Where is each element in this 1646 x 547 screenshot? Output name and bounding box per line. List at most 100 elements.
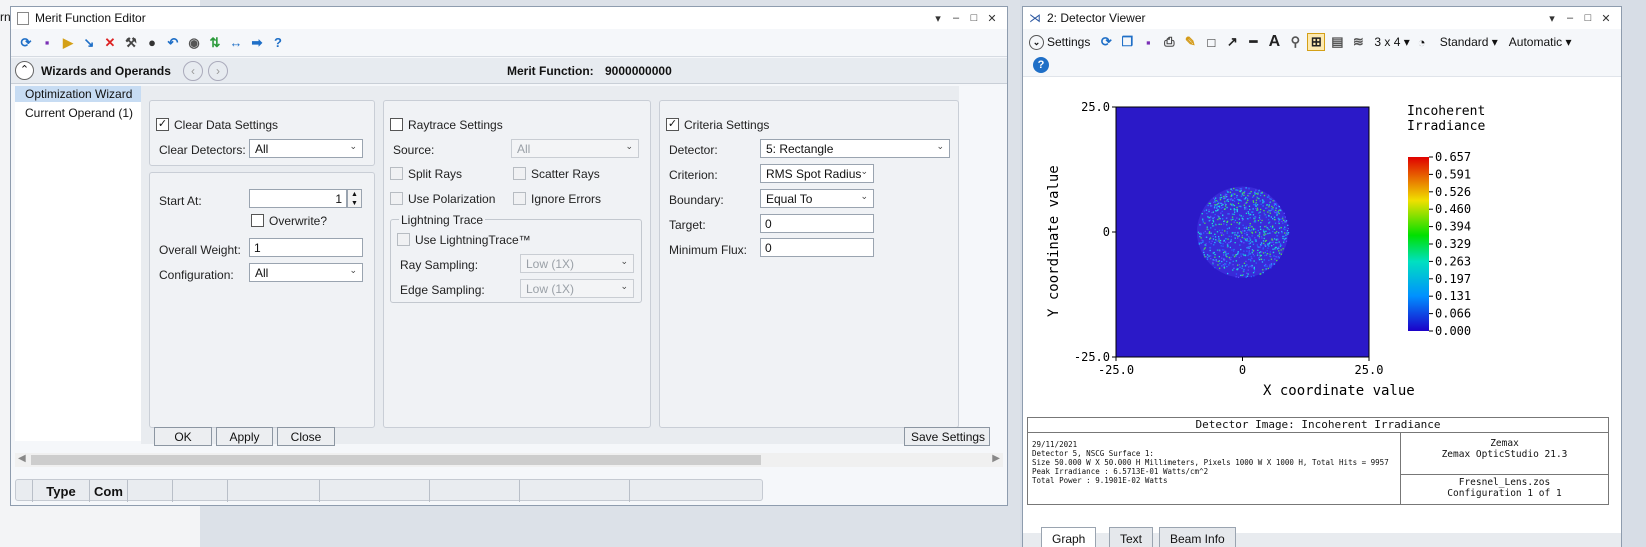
- save-settings-button[interactable]: Save Settings: [904, 427, 990, 446]
- tab-graph[interactable]: Graph: [1041, 527, 1097, 547]
- dot-icon[interactable]: ●: [143, 34, 161, 52]
- mfe-menu-icon[interactable]: ▾: [929, 12, 947, 25]
- minimum-flux-input[interactable]: 0: [760, 238, 874, 257]
- tree-item-current-operand[interactable]: Current Operand (1): [25, 106, 133, 120]
- mfe-close-icon[interactable]: ✕: [983, 12, 1001, 25]
- scroll-left-icon[interactable]: ◀: [18, 453, 26, 464]
- dv-close-icon[interactable]: ✕: [1597, 12, 1615, 25]
- mfe-minimize-icon[interactable]: –: [947, 12, 965, 24]
- tools-icon[interactable]: ⚒: [122, 34, 140, 52]
- spot-pixel: [1255, 240, 1257, 242]
- prev-icon[interactable]: ‹: [183, 61, 203, 81]
- horizontal-scrollbar[interactable]: ◀ ▶: [15, 453, 1003, 467]
- split-rays-checkbox[interactable]: [390, 167, 403, 180]
- save-icon[interactable]: ▪: [1139, 33, 1157, 51]
- settings-chevron-icon[interactable]: ⌄: [1029, 34, 1044, 50]
- delete-icon[interactable]: ✕: [101, 34, 119, 52]
- collapse-icon[interactable]: ⌃: [15, 61, 34, 80]
- spot-pixel: [1250, 191, 1252, 193]
- colorbar-tick-label: 0.460: [1435, 202, 1471, 216]
- overall-weight-input[interactable]: 1: [249, 238, 363, 257]
- spot-pixel: [1223, 265, 1225, 267]
- arrow-right-icon[interactable]: ➡: [248, 34, 266, 52]
- print-icon[interactable]: ⎙: [1160, 33, 1178, 51]
- target-input[interactable]: 0: [760, 214, 874, 233]
- line-icon[interactable]: ━: [1244, 33, 1262, 51]
- next-icon[interactable]: ›: [208, 61, 228, 81]
- swap-icon[interactable]: ⇅: [206, 34, 224, 52]
- arrow-icon[interactable]: ↗: [1223, 33, 1241, 51]
- save-icon[interactable]: ▪: [38, 34, 56, 52]
- spot-pixel: [1208, 209, 1210, 211]
- clear-detectors-select[interactable]: All ⌄: [249, 139, 363, 158]
- copy-icon[interactable]: ❐: [1118, 33, 1136, 51]
- tree-item-optimization-wizard[interactable]: Optimization Wizard: [15, 86, 141, 102]
- edge-sampling-select[interactable]: Low (1X) ⌄: [520, 279, 634, 298]
- toggle-icon[interactable]: ◉: [185, 34, 203, 52]
- spot-pixel: [1267, 232, 1269, 235]
- apply-button[interactable]: Apply: [216, 427, 273, 446]
- raytrace-checkbox[interactable]: [390, 118, 403, 131]
- layout-grid-icon[interactable]: ⊞: [1307, 33, 1326, 51]
- automatic-select[interactable]: Automatic ▾: [1509, 35, 1572, 49]
- spot-pixel: [1211, 222, 1213, 225]
- column-comment[interactable]: Com: [90, 480, 128, 502]
- criterion-select[interactable]: RMS Spot Radius ⌄: [760, 164, 874, 183]
- expand-icon[interactable]: ↔: [227, 34, 245, 52]
- ignore-errors-checkbox[interactable]: [513, 192, 526, 205]
- tab-beam-info[interactable]: Beam Info: [1159, 527, 1236, 547]
- spot-pixel: [1269, 232, 1271, 234]
- mfe-maximize-icon[interactable]: □: [965, 12, 983, 24]
- spot-pixel: [1237, 237, 1239, 239]
- dv-window-icon: ⋊: [1029, 11, 1041, 25]
- start-at-input[interactable]: 1: [249, 189, 347, 208]
- dv-minimize-icon[interactable]: –: [1561, 12, 1579, 24]
- text-icon[interactable]: A: [1265, 33, 1283, 51]
- source-select[interactable]: All ⌄: [511, 139, 639, 158]
- start-at-spinner[interactable]: ▲ ▼: [347, 189, 362, 208]
- settings-button[interactable]: Settings: [1047, 35, 1090, 49]
- mfe-titlebar[interactable]: Merit Function Editor ▾ – □ ✕: [11, 7, 1007, 29]
- undo-icon[interactable]: ↶: [164, 34, 182, 52]
- detector-select[interactable]: 5: Rectangle ⌄: [760, 139, 950, 158]
- spot-pixel: [1220, 232, 1222, 234]
- use-lightning-checkbox[interactable]: [397, 233, 410, 246]
- load-icon[interactable]: ▶: [59, 34, 77, 52]
- scatter-rays-checkbox[interactable]: [513, 167, 526, 180]
- dv-titlebar[interactable]: ⋊ 2: Detector Viewer ▾ – □ ✕: [1023, 7, 1621, 29]
- clear-data-checkbox[interactable]: ✓: [156, 118, 169, 131]
- layout-select[interactable]: 3 x 4 ▾: [1374, 35, 1409, 49]
- close-button[interactable]: Close: [277, 427, 335, 446]
- spot-pixel: [1257, 230, 1259, 232]
- configuration-select[interactable]: All ⌄: [249, 263, 363, 282]
- criteria-checkbox[interactable]: ✓: [666, 118, 679, 131]
- refresh-icon[interactable]: ⟳: [1097, 33, 1115, 51]
- help-icon[interactable]: ?: [1033, 57, 1049, 73]
- rectangle-icon[interactable]: □: [1202, 33, 1220, 51]
- pencil-icon[interactable]: ✎: [1181, 33, 1199, 51]
- scroll-right-icon[interactable]: ▶: [992, 453, 1000, 464]
- boundary-select[interactable]: Equal To ⌄: [760, 189, 874, 208]
- dv-maximize-icon[interactable]: □: [1579, 12, 1597, 24]
- detector-viewer-window: ⋊ 2: Detector Viewer ▾ – □ ✕ ⌄ Settings …: [1022, 6, 1622, 547]
- use-polarization-checkbox[interactable]: [390, 192, 403, 205]
- scrollbar-thumb[interactable]: [31, 455, 761, 465]
- ok-button[interactable]: OK: [154, 427, 212, 446]
- ray-sampling-select[interactable]: Low (1X) ⌄: [520, 254, 634, 273]
- tab-text[interactable]: Text: [1109, 527, 1154, 547]
- spot-pixel: [1234, 219, 1237, 221]
- spot-pixel: [1278, 252, 1281, 254]
- lock-icon[interactable]: ⚲: [1286, 33, 1304, 51]
- refresh-icon[interactable]: ⟳: [17, 34, 35, 52]
- spot-pixel: [1226, 200, 1228, 202]
- window-icon[interactable]: ▤: [1328, 33, 1346, 51]
- spot-pixel: [1255, 189, 1257, 191]
- standard-select[interactable]: Standard ▾: [1440, 35, 1498, 49]
- overwrite-checkbox[interactable]: [251, 214, 264, 227]
- layers-icon[interactable]: ≋: [1349, 33, 1367, 51]
- dv-menu-icon[interactable]: ▾: [1543, 12, 1561, 25]
- clock-icon[interactable]: ◔: [1413, 33, 1431, 51]
- help-icon[interactable]: ?: [269, 34, 287, 52]
- insert-icon[interactable]: ↘: [80, 34, 98, 52]
- column-type[interactable]: Type: [32, 480, 90, 502]
